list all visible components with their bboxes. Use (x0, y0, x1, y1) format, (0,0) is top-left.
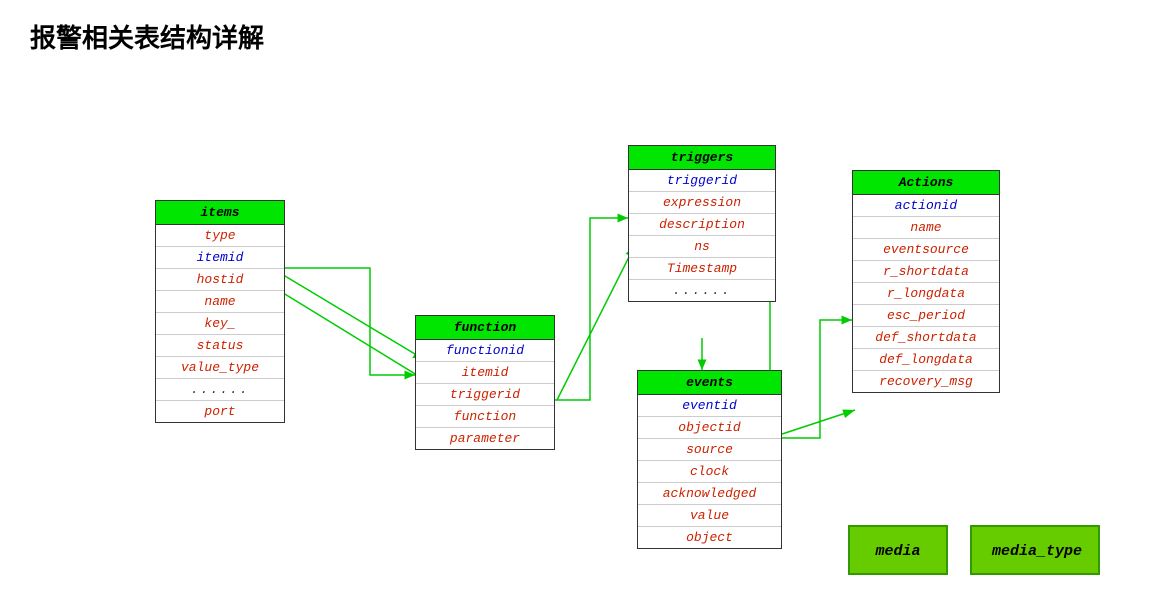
table-row: ns (629, 236, 775, 258)
table-row: triggerid (416, 384, 554, 406)
table-row: type (156, 225, 284, 247)
table-row: itemid (416, 362, 554, 384)
table-row: recovery_msg (853, 371, 999, 392)
table-row: name (156, 291, 284, 313)
diagram-area: items type itemid hostid name key_ statu… (0, 70, 1152, 593)
table-row: expression (629, 192, 775, 214)
page-title: 报警相关表结构详解 (0, 0, 1152, 55)
table-items-header: items (156, 201, 284, 225)
table-row: r_longdata (853, 283, 999, 305)
table-row: eventid (638, 395, 781, 417)
table-media-type: media_type (970, 525, 1100, 575)
table-row: r_shortdata (853, 261, 999, 283)
table-row: objectid (638, 417, 781, 439)
table-items: items type itemid hostid name key_ statu… (155, 200, 285, 423)
table-row: description (629, 214, 775, 236)
table-row: port (156, 401, 284, 422)
table-row: Timestamp (629, 258, 775, 280)
table-row: functionid (416, 340, 554, 362)
table-row: function (416, 406, 554, 428)
table-actions-header: Actions (853, 171, 999, 195)
table-row: parameter (416, 428, 554, 449)
table-row: actionid (853, 195, 999, 217)
table-row: triggerid (629, 170, 775, 192)
table-row: def_longdata (853, 349, 999, 371)
table-row: key_ (156, 313, 284, 335)
table-row: source (638, 439, 781, 461)
table-row: status (156, 335, 284, 357)
table-row: ...... (156, 379, 284, 401)
table-row: esc_period (853, 305, 999, 327)
table-triggers: triggers triggerid expression descriptio… (628, 145, 776, 302)
table-function: function functionid itemid triggerid fun… (415, 315, 555, 450)
table-row: value (638, 505, 781, 527)
table-row: hostid (156, 269, 284, 291)
table-row: clock (638, 461, 781, 483)
table-row: def_shortdata (853, 327, 999, 349)
table-row: itemid (156, 247, 284, 269)
table-row: object (638, 527, 781, 548)
table-row: eventsource (853, 239, 999, 261)
table-row: value_type (156, 357, 284, 379)
table-row: ...... (629, 280, 775, 301)
table-row: acknowledged (638, 483, 781, 505)
table-row: name (853, 217, 999, 239)
table-actions: Actions actionid name eventsource r_shor… (852, 170, 1000, 393)
table-media: media (848, 525, 948, 575)
table-function-header: function (416, 316, 554, 340)
table-triggers-header: triggers (629, 146, 775, 170)
table-events-header: events (638, 371, 781, 395)
table-events: events eventid objectid source clock ack… (637, 370, 782, 549)
